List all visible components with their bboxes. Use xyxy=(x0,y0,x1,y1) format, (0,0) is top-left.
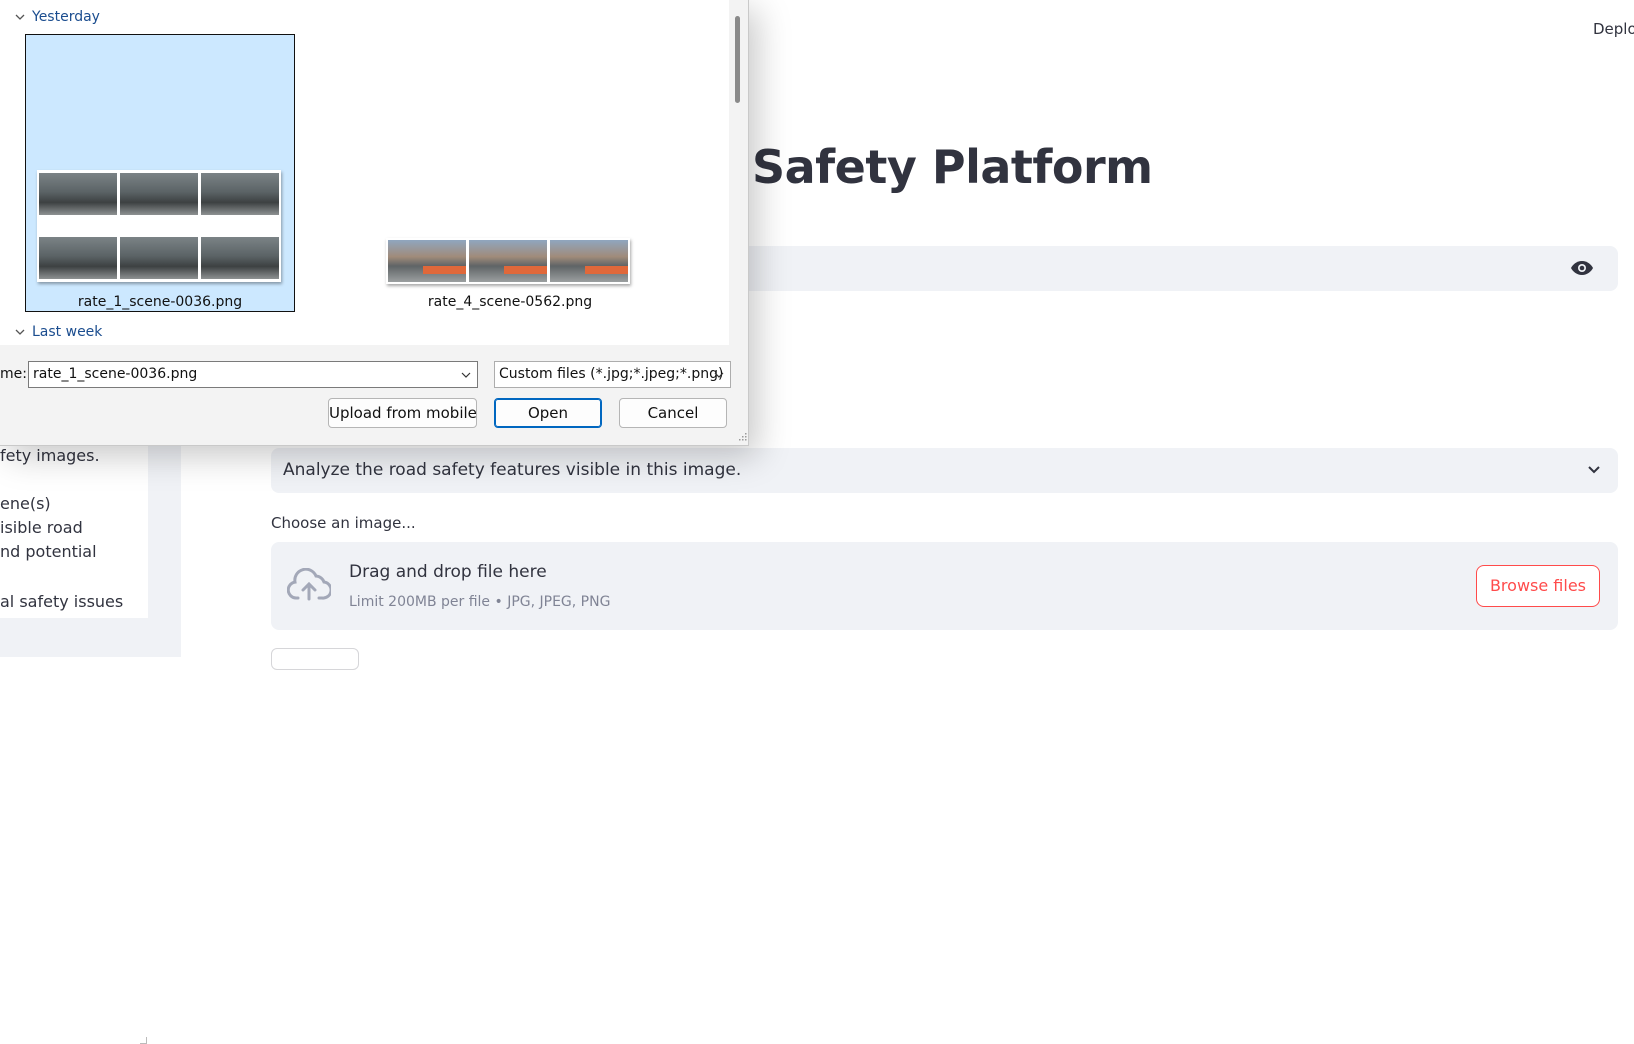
scrollbar-thumb[interactable] xyxy=(735,16,740,103)
sidebar-info-panel: fety images. ene(s) isible road nd poten… xyxy=(0,430,148,1044)
dropzone-limit-text: Limit 200MB per file • JPG, JPEG, PNG xyxy=(349,594,611,610)
sidebar-text-line: al safety issues xyxy=(0,592,124,611)
file-name: rate_1_scene-0036.png xyxy=(77,294,243,310)
page-title: Safety Platform xyxy=(752,140,1153,194)
file-open-dialog: Yesterday rate_1_scene-0036.png rate_4_s… xyxy=(0,0,749,446)
chevron-down-icon[interactable] xyxy=(461,371,471,379)
submit-button[interactable] xyxy=(271,648,359,670)
chevron-down-icon xyxy=(714,372,724,378)
file-uploader-label: Choose an image... xyxy=(271,514,416,532)
file-type-select[interactable]: Custom files (*.jpg;*.jpeg;*.png) xyxy=(494,361,731,388)
cancel-button[interactable]: Cancel xyxy=(619,398,727,428)
sidebar-text-line: isible road xyxy=(0,518,83,537)
chevron-down-icon xyxy=(15,14,25,20)
deploy-button[interactable]: Deploy xyxy=(1593,20,1634,38)
file-list-pane[interactable]: Yesterday rate_1_scene-0036.png rate_4_s… xyxy=(0,0,729,345)
dropzone-title: Drag and drop file here xyxy=(349,562,547,582)
file-type-value: Custom files (*.jpg;*.jpeg;*.png) xyxy=(499,366,724,382)
file-name-label: me: xyxy=(0,366,27,382)
prompt-select[interactable]: Analyze the road safety features visible… xyxy=(271,448,1618,493)
file-name-input-value: rate_1_scene-0036.png xyxy=(33,366,198,382)
file-dropzone[interactable]: Drag and drop file here Limit 200MB per … xyxy=(271,542,1618,630)
file-name-input[interactable]: rate_1_scene-0036.png xyxy=(28,361,478,388)
file-thumbnail xyxy=(386,238,630,284)
open-button[interactable]: Open xyxy=(494,398,602,428)
sidebar-text-line: fety images. xyxy=(0,446,100,465)
api-key-input[interactable] xyxy=(700,246,1618,291)
chevron-down-icon xyxy=(1588,466,1600,474)
sidebar-text-line: nd potential xyxy=(0,542,97,561)
group-header-last-week[interactable]: Last week xyxy=(15,324,102,340)
group-header-label: Last week xyxy=(32,324,103,340)
cloud-upload-icon xyxy=(287,568,331,601)
resize-grip-icon[interactable] xyxy=(737,431,747,441)
group-header-yesterday[interactable]: Yesterday xyxy=(15,9,100,25)
prompt-select-value: Analyze the road safety features visible… xyxy=(283,460,742,480)
group-header-label: Yesterday xyxy=(32,9,100,25)
upload-from-mobile-button[interactable]: Upload from mobile xyxy=(328,398,477,428)
chevron-down-icon xyxy=(15,329,25,335)
file-item[interactable]: rate_1_scene-0036.png xyxy=(25,34,295,312)
file-item[interactable]: rate_4_scene-0562.png xyxy=(375,34,645,312)
file-thumbnail xyxy=(37,170,281,282)
eye-icon[interactable] xyxy=(1570,259,1594,277)
sidebar-text-line: ene(s) xyxy=(0,494,51,513)
file-name: rate_4_scene-0562.png xyxy=(427,294,593,310)
browse-files-button[interactable]: Browse files xyxy=(1475,565,1600,607)
resize-handle-icon[interactable] xyxy=(140,1037,147,1044)
